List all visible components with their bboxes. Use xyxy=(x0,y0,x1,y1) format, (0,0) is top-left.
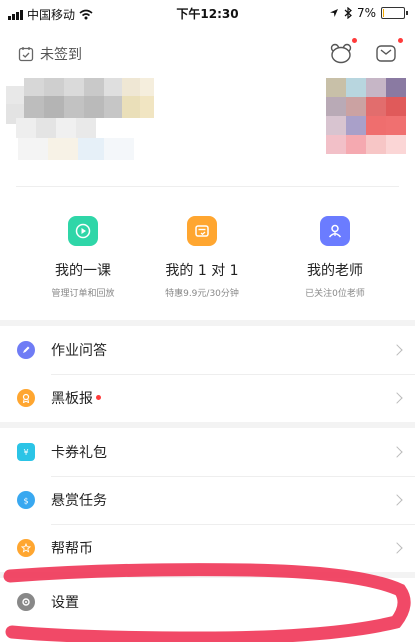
menu-item-label: 卡券礼包 xyxy=(51,445,107,461)
menu-item-label: 帮帮币 xyxy=(51,541,93,557)
svg-text:¥: ¥ xyxy=(23,448,28,457)
svg-text:$: $ xyxy=(23,497,28,506)
gear-icon xyxy=(17,593,35,611)
status-bar: 中国移动 下午12:30 7% xyxy=(0,0,415,26)
chevron-right-icon xyxy=(391,446,403,458)
quick-action-title: 我的老师 xyxy=(307,263,363,279)
teacher-icon xyxy=(320,216,350,246)
menu-item-label: 作业问答 xyxy=(51,343,107,359)
coupon-icon: ¥ xyxy=(17,443,35,461)
star-coin-icon xyxy=(17,539,35,557)
status-right: 7% xyxy=(329,6,408,20)
profile-info-redacted xyxy=(6,78,156,164)
chevron-right-icon xyxy=(391,542,403,554)
menu-item-label: 设置 xyxy=(51,595,79,611)
menu-item-label: 悬赏任务 xyxy=(51,493,107,509)
quick-action-title: 我的 1 对 1 xyxy=(165,263,239,279)
menu-item-bounty-tasks[interactable]: $ 悬赏任务 xyxy=(0,476,415,524)
checkin-label: 未签到 xyxy=(40,47,82,63)
mail-icon[interactable] xyxy=(375,38,403,64)
chevron-right-icon xyxy=(391,344,403,356)
pen-icon xyxy=(17,341,35,359)
divider xyxy=(16,186,399,187)
chevron-right-icon xyxy=(391,494,403,506)
my-lessons-button[interactable]: 我的一课 管理订单和回放 xyxy=(14,216,152,299)
menu-item-settings[interactable]: 设置 xyxy=(0,578,415,626)
avatar-redacted xyxy=(326,78,406,154)
quick-action-subtitle: 特惠9.9元/30分钟 xyxy=(165,289,239,299)
quick-action-subtitle: 管理订单和回放 xyxy=(51,289,115,299)
notification-dot xyxy=(352,38,357,43)
header-actions xyxy=(329,38,403,64)
my-teachers-button[interactable]: 我的老师 已关注0位老师 xyxy=(266,216,404,299)
location-arrow-icon xyxy=(329,9,338,17)
bluetooth-icon xyxy=(344,7,352,19)
award-icon xyxy=(17,389,35,407)
battery-icon xyxy=(381,7,408,19)
notification-dot xyxy=(96,395,101,400)
card-check-icon xyxy=(187,216,217,246)
chevron-right-icon xyxy=(391,392,403,404)
menu-item-coupons[interactable]: ¥ 卡券礼包 xyxy=(0,428,415,476)
menu-item-help-coins[interactable]: 帮帮币 xyxy=(0,524,415,572)
menu-item-blackboard[interactable]: 黑板报 xyxy=(0,374,415,422)
play-icon xyxy=(68,216,98,246)
quick-actions: 我的一课 管理订单和回放 我的 1 对 1 特惠9.9元/30分钟 我的老师 已… xyxy=(0,216,415,299)
checkin-button[interactable]: 未签到 xyxy=(18,44,82,64)
calendar-check-icon xyxy=(18,47,34,62)
money-bag-icon: $ xyxy=(17,491,35,509)
notification-dot xyxy=(398,38,403,43)
menu-item-label: 黑板报 xyxy=(51,391,93,407)
bear-icon[interactable] xyxy=(329,38,357,64)
quick-action-title: 我的一课 xyxy=(55,263,111,279)
battery-percent: 7% xyxy=(356,6,376,20)
menu-item-homework-qa[interactable]: 作业问答 xyxy=(0,326,415,374)
one-on-one-button[interactable]: 我的 1 对 1 特惠9.9元/30分钟 xyxy=(133,216,271,299)
quick-action-subtitle: 已关注0位老师 xyxy=(305,289,365,299)
